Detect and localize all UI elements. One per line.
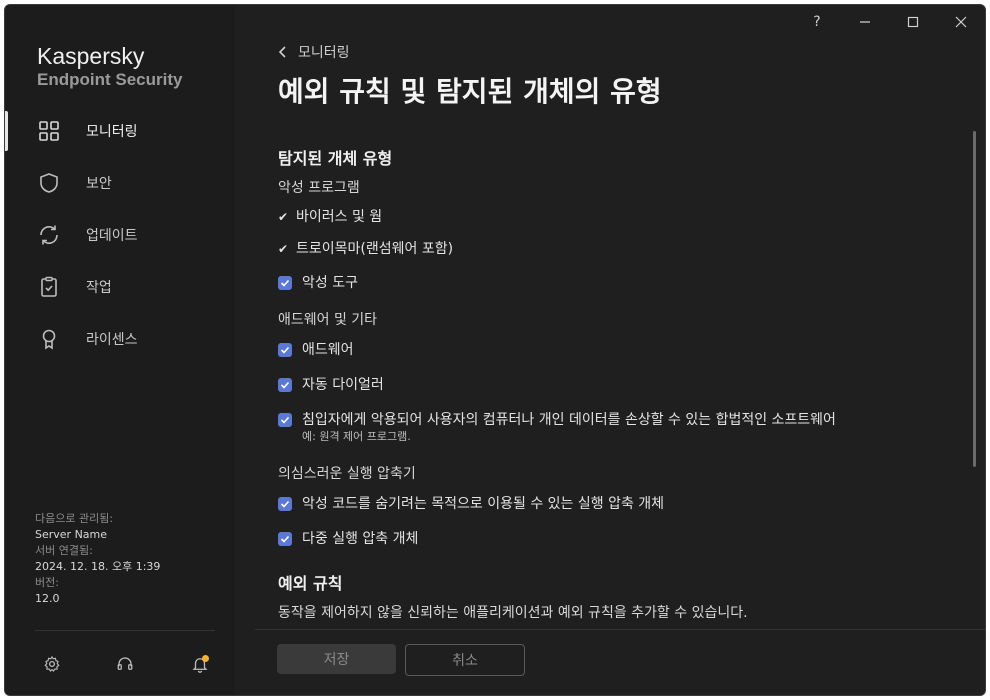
minimize-button[interactable] — [851, 11, 879, 33]
checkbox-checked-icon[interactable] — [278, 532, 292, 546]
sidebar-item-update[interactable]: 업데이트 — [5, 209, 235, 261]
clipboard-icon — [41, 276, 57, 297]
close-icon — [955, 16, 967, 28]
checkbox-checked-icon[interactable] — [278, 276, 292, 290]
checkbox-label: 악성 도구 — [302, 275, 358, 291]
sidebar-item-tasks[interactable]: 작업 — [5, 261, 235, 313]
fixed-item-viruses: ✔ 바이러스 및 웜 — [278, 208, 382, 226]
sidebar-item-label: 보안 — [86, 176, 112, 192]
back-link-label: 모니터링 — [298, 45, 350, 61]
checkbox-checked-icon[interactable] — [278, 497, 292, 511]
sidebar-item-label: 모니터링 — [86, 124, 138, 140]
checkbox-checked-icon[interactable] — [278, 343, 292, 357]
chevron-left-icon — [278, 46, 286, 58]
notification-badge — [202, 655, 209, 662]
malware-heading: 악성 프로그램 — [278, 180, 360, 196]
sidebar-item-license[interactable]: 라이센스 — [5, 313, 235, 365]
legit-software-checkbox[interactable]: 침입자에게 악용되어 사용자의 컴퓨터나 개인 데이터를 손상할 수 있는 합법… — [278, 411, 836, 445]
checkbox-label: 자동 다이얼러 — [302, 377, 384, 393]
shield-icon — [40, 173, 58, 193]
sidebar-item-security[interactable]: 보안 — [5, 157, 235, 209]
cancel-button[interactable]: 취소 — [405, 644, 525, 676]
exclusions-title: 예외 규칙 — [278, 574, 343, 593]
sidebar-item-label: 작업 — [86, 280, 112, 296]
connection-info: 다음으로 관리됨: Server Name 서버 연결됨: 2024. 12. … — [35, 511, 160, 607]
checkbox-label: 침입자에게 악용되어 사용자의 컴퓨터나 개인 데이터를 손상할 수 있는 합법… — [302, 412, 836, 428]
help-icon: ? — [813, 14, 821, 30]
brand-name: Kaspersky — [37, 43, 145, 69]
exclusions-description: 동작을 제어하지 않을 신뢰하는 애플리케이션과 예외 규칙을 추가할 수 있습… — [278, 605, 748, 621]
checkbox-checked-icon[interactable] — [278, 413, 292, 427]
fixed-item-label: 바이러스 및 웜 — [296, 209, 383, 225]
refresh-icon — [40, 225, 58, 245]
autodialer-checkbox[interactable]: 자동 다이얼러 — [278, 376, 384, 394]
connected-value: 2024. 12. 18. 오후 1:39 — [35, 560, 161, 573]
checkmark-icon: ✔ — [278, 242, 289, 256]
close-button[interactable] — [947, 11, 975, 33]
maximize-button[interactable] — [899, 11, 927, 33]
managed-by-value: Server Name — [35, 528, 108, 541]
content-scrollbar[interactable] — [973, 131, 976, 467]
sidebar-item-label: 업데이트 — [86, 228, 138, 244]
packers-checkbox[interactable]: 악성 코드를 숨기려는 목적으로 이용될 수 있는 실행 압축 개체 — [278, 495, 664, 513]
footer-divider — [255, 629, 985, 630]
help-button[interactable]: ? — [803, 11, 831, 33]
minimize-icon — [860, 21, 870, 23]
license-icon — [42, 329, 56, 350]
support-headset-icon[interactable] — [116, 655, 134, 673]
sidebar-nav: 모니터링 보안 업데이트 작업 라이센스 — [5, 105, 235, 365]
checkbox-hint: 예: 원격 제어 프로그램. — [302, 430, 411, 443]
version-label: 버전: — [35, 576, 59, 589]
adware-checkbox[interactable]: 애드웨어 — [278, 341, 354, 359]
settings-icon[interactable] — [43, 655, 61, 673]
brand-product: Endpoint Security — [37, 70, 183, 89]
checkbox-label: 다중 실행 압축 개체 — [302, 531, 419, 547]
back-link[interactable]: 모니터링 — [278, 42, 350, 62]
managed-by-label: 다음으로 관리됨: — [35, 512, 114, 525]
checkbox-label: 애드웨어 — [302, 342, 354, 358]
adware-heading: 애드웨어 및 기타 — [278, 312, 378, 328]
checkbox-label: 악성 코드를 숨기려는 목적으로 이용될 수 있는 실행 압축 개체 — [302, 496, 665, 512]
fixed-item-label: 트로이목마(랜섬웨어 포함) — [296, 241, 454, 257]
sidebar: Kaspersky Endpoint Security 모니터링 보안 업데이트… — [5, 5, 235, 695]
checkmark-icon: ✔ — [278, 210, 289, 224]
fixed-item-trojans: ✔ 트로이목마(랜섬웨어 포함) — [278, 240, 453, 258]
page-title: 예외 규칙 및 탐지된 개체의 유형 — [278, 75, 662, 108]
sidebar-footer — [5, 645, 235, 685]
sidebar-item-monitoring[interactable]: 모니터링 — [5, 105, 235, 157]
grid-icon — [39, 121, 59, 141]
maximize-icon — [907, 16, 919, 28]
version-value: 12.0 — [35, 592, 60, 605]
checkbox-checked-icon[interactable] — [278, 378, 292, 392]
malware-tools-checkbox[interactable]: 악성 도구 — [278, 274, 358, 292]
packers-heading: 의심스러운 실행 압축기 — [278, 466, 416, 482]
detected-types-title: 탐지된 개체 유형 — [278, 149, 393, 168]
save-button[interactable]: 저장 — [277, 644, 396, 674]
multipacked-checkbox[interactable]: 다중 실행 압축 개체 — [278, 530, 418, 548]
connected-label: 서버 연결됨: — [35, 544, 93, 557]
sidebar-divider — [35, 630, 215, 631]
app-window: ? Kaspersky Endpoint Security 모니터링 보안 업데… — [4, 4, 986, 696]
sidebar-item-label: 라이센스 — [86, 332, 138, 348]
